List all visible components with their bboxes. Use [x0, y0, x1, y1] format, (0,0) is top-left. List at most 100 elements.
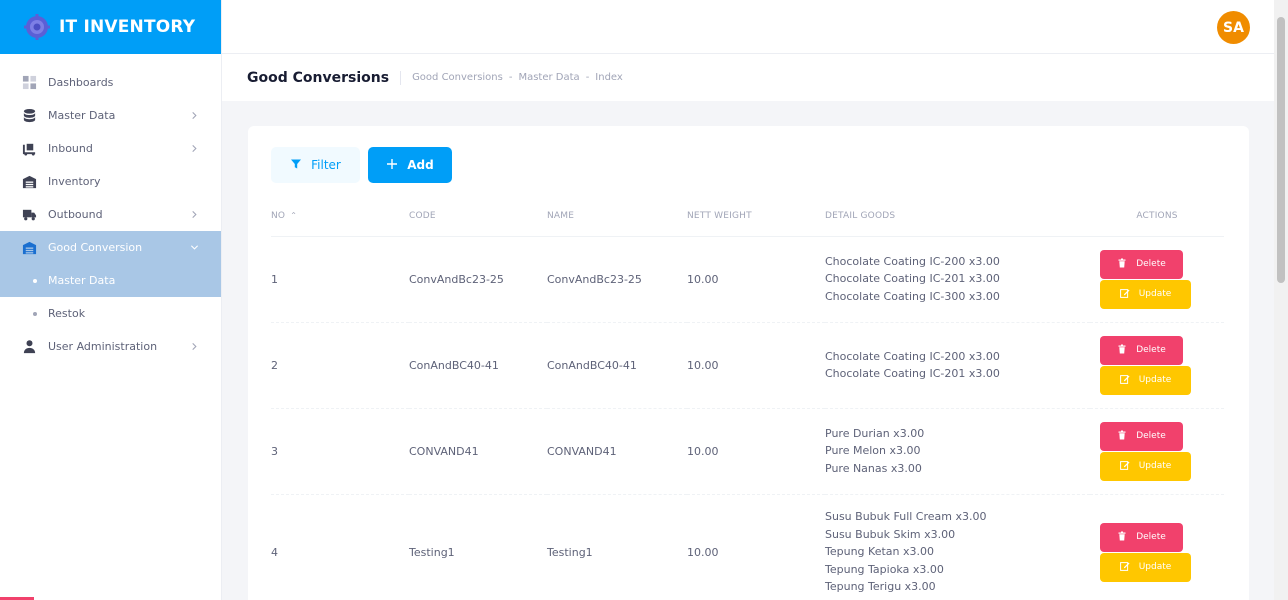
- edit-icon: [1119, 460, 1130, 473]
- cell-actions: Delete Update: [1090, 494, 1224, 600]
- cell-nett-weight: 10.00: [687, 322, 825, 409]
- delete-button[interactable]: Delete: [1100, 249, 1183, 279]
- warehouse-icon: [21, 240, 37, 256]
- sort-asc-icon: ⌃: [290, 211, 298, 221]
- cell-name: ConAndBC40-41: [547, 322, 687, 409]
- detail-goods-item: Susu Bubuk Skim x3.00: [825, 527, 956, 541]
- table-row: 2 ConAndBC40-41 ConAndBC40-41 10.00 Chocolat…: [271, 322, 1224, 409]
- cell-code: ConAndBC40-41: [409, 322, 547, 409]
- sidebar-item-restok-sub[interactable]: Restok: [0, 297, 221, 330]
- sidebar-item-label: Inbound: [48, 142, 93, 155]
- sidebar-item-label: User Administration: [48, 340, 158, 353]
- table-row: 1 ConvAndBc23-25 ConvAndBc23-25 10.00 Chocol…: [271, 236, 1224, 323]
- detail-goods-item: Tepung Tapioka x3.00: [825, 562, 944, 576]
- cell-nett-weight: 10.00: [687, 408, 825, 495]
- plus-icon: [386, 158, 398, 173]
- cell-actions: Delete Update: [1090, 408, 1224, 495]
- delete-button[interactable]: Delete: [1100, 522, 1183, 552]
- cell-nett-weight: 10.00: [687, 236, 825, 323]
- scroll-thumb[interactable]: [1277, 17, 1285, 283]
- cell-no: 1: [271, 236, 409, 323]
- row-actions: Delete Update: [1090, 335, 1224, 395]
- trash-icon: [1117, 430, 1127, 443]
- chevron-right-icon: [189, 111, 199, 121]
- trash-icon: [1117, 258, 1127, 271]
- detail-goods-item: Tepung Ketan x3.00: [825, 545, 934, 559]
- add-button[interactable]: Add: [368, 147, 452, 183]
- gear-logo-icon: [24, 14, 50, 40]
- header-no[interactable]: NO ⌃: [271, 197, 409, 237]
- cell-name: CONVAND41: [547, 408, 687, 495]
- sidebar-item-dashboards[interactable]: Dashboards: [0, 66, 221, 99]
- inbound-truck-icon: [21, 141, 37, 157]
- content-card: Filter Add NO ⌃ CODE NAME NETT WEIGHT DET…: [248, 126, 1249, 600]
- header-actions: ACTIONS: [1090, 197, 1224, 237]
- breadcrumb-item[interactable]: Master Data: [518, 72, 579, 83]
- sidebar-item-label: Inventory: [48, 175, 101, 188]
- sidebar-item-label: Outbound: [48, 208, 103, 221]
- sidebar-item-outbound[interactable]: Outbound: [0, 198, 221, 231]
- edit-icon: [1119, 288, 1130, 301]
- sidebar-item-label: Restok: [48, 307, 86, 320]
- database-icon: [21, 108, 37, 124]
- breadcrumb-separator: -: [585, 72, 590, 83]
- cell-name: ConvAndBc23-25: [547, 236, 687, 323]
- chevron-down-icon: [189, 243, 199, 253]
- detail-goods-item: Tepung Terigu x3.00: [825, 580, 936, 594]
- avatar[interactable]: SA: [1217, 11, 1250, 44]
- sidebar-item-master-data-sub[interactable]: Master Data: [0, 264, 221, 297]
- page-scrollbar[interactable]: [1274, 0, 1288, 600]
- chevron-right-icon: [189, 342, 199, 352]
- cell-no: 4: [271, 494, 409, 600]
- cell-no: 3: [271, 408, 409, 495]
- cell-no: 2: [271, 322, 409, 409]
- sidebar-item-label: Good Conversion: [48, 241, 143, 254]
- page-toolbar: Good Conversions Good Conversions - Master…: [222, 54, 1274, 101]
- warehouse-icon: [21, 174, 37, 190]
- title-divider: [400, 70, 402, 85]
- detail-goods-item: Pure Durian x3.00: [825, 426, 925, 440]
- update-button[interactable]: Update: [1100, 365, 1191, 395]
- bullet-icon: [33, 311, 37, 316]
- filter-label: Filter: [311, 158, 341, 172]
- page-title: Good Conversions: [247, 69, 390, 86]
- cell-actions: Delete Update: [1090, 322, 1224, 409]
- sidebar-item-good-conversion[interactable]: Good Conversion: [0, 231, 221, 264]
- sidebar: IT INVENTORY Dashboards Master Data Inboun…: [0, 0, 222, 600]
- sidebar-item-user-administration[interactable]: User Administration: [0, 330, 221, 363]
- trash-icon: [1117, 531, 1127, 544]
- detail-goods-item: Chocolate Coating IC-300 x3.00: [825, 289, 1000, 303]
- chevron-right-icon: [189, 210, 199, 220]
- delete-button[interactable]: Delete: [1100, 335, 1183, 365]
- header-code: CODE: [409, 197, 547, 237]
- sidebar-item-master-data[interactable]: Master Data: [0, 99, 221, 132]
- edit-icon: [1119, 561, 1130, 574]
- delete-label: Delete: [1136, 259, 1166, 269]
- update-button[interactable]: Update: [1100, 279, 1191, 309]
- sidebar-menu: Dashboards Master Data Inbound Inventory Out…: [0, 54, 221, 363]
- detail-goods-item: Pure Melon x3.00: [825, 444, 921, 458]
- conversions-table: NO ⌃ CODE NAME NETT WEIGHT DETAIL GOODS A…: [271, 197, 1224, 600]
- delete-label: Delete: [1136, 532, 1166, 542]
- header-name: NAME: [547, 197, 687, 237]
- sidebar-item-inbound[interactable]: Inbound: [0, 132, 221, 165]
- row-actions: Delete Update: [1090, 421, 1224, 481]
- detail-goods-item: Chocolate Coating IC-200 x3.00: [825, 349, 1000, 363]
- detail-goods-item: Chocolate Coating IC-201 x3.00: [825, 367, 1000, 380]
- brand-name: IT INVENTORY: [59, 17, 196, 37]
- update-button[interactable]: Update: [1100, 552, 1191, 582]
- cell-actions: Delete Update: [1090, 236, 1224, 323]
- sidebar-item-inventory[interactable]: Inventory: [0, 165, 221, 198]
- header-nett-weight: NETT WEIGHT: [687, 197, 825, 237]
- cell-detail-goods: Chocolate Coating IC-200 x3.00 Chocolate …: [825, 322, 1090, 409]
- filter-button[interactable]: Filter: [271, 147, 360, 183]
- detail-goods-item: Susu Bubuk Full Cream x3.00: [825, 510, 987, 524]
- breadcrumb-item[interactable]: Index: [595, 72, 623, 83]
- header-detail-goods: DETAIL GOODS: [825, 197, 1090, 237]
- breadcrumb-separator: -: [508, 72, 513, 83]
- breadcrumb-item[interactable]: Good Conversions: [412, 72, 503, 83]
- brand[interactable]: IT INVENTORY: [0, 0, 221, 54]
- delete-button[interactable]: Delete: [1100, 421, 1183, 451]
- user-icon: [21, 339, 37, 355]
- update-button[interactable]: Update: [1100, 451, 1191, 481]
